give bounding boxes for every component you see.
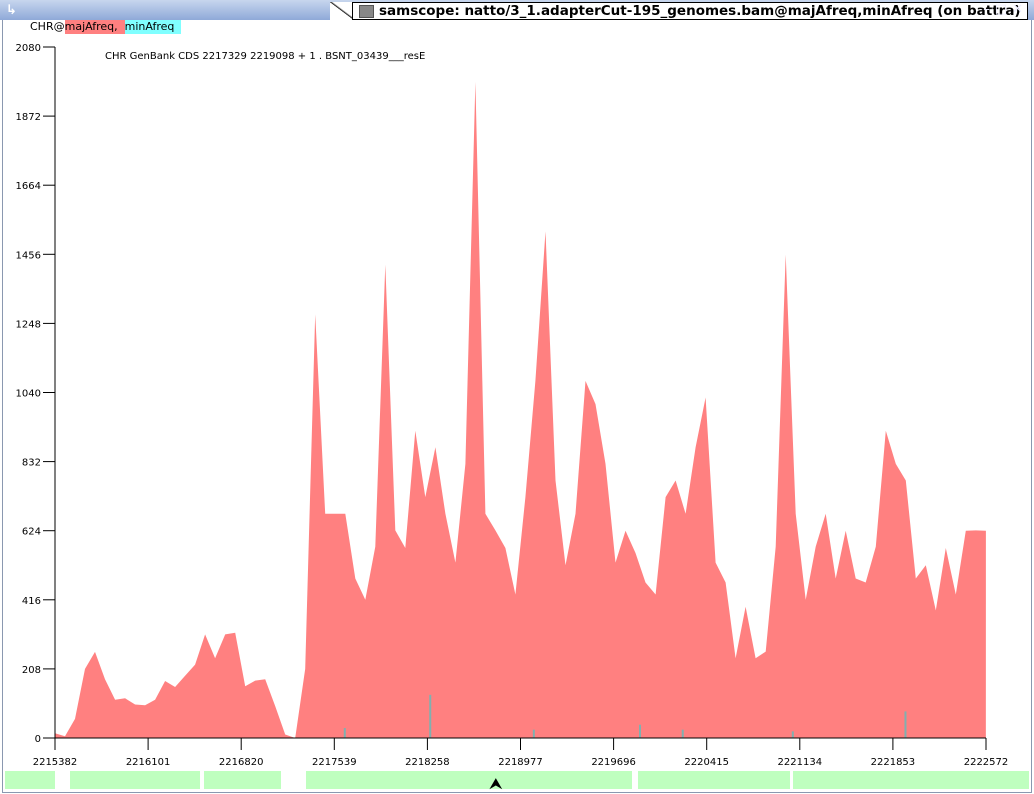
- x-tick-label: 2217539: [312, 757, 357, 768]
- y-tick-label: 624: [22, 527, 41, 538]
- feature-bar[interactable]: [306, 771, 632, 789]
- y-tick-label: 208: [22, 665, 41, 676]
- feature-bar[interactable]: [70, 771, 200, 789]
- feature-bar[interactable]: [5, 771, 55, 789]
- coverage-chart: 0 208 416 624 832 1040 1248 1456 1664 1872 2080 221…: [16, 43, 1009, 768]
- y-tick-label: 1872: [16, 112, 41, 123]
- y-tick-label: 416: [22, 596, 41, 607]
- x-tick-label: 2221853: [871, 757, 916, 768]
- feature-bar[interactable]: [793, 771, 1029, 789]
- y-tick-label: 1040: [16, 389, 41, 400]
- feature-bar[interactable]: [638, 771, 790, 789]
- x-tick-label: 2215382: [33, 757, 78, 768]
- x-tick-label: 2218258: [405, 757, 450, 768]
- y-tick-label: 1664: [16, 181, 41, 192]
- feature-bar[interactable]: [204, 771, 281, 789]
- y-tick-label: 1248: [16, 319, 41, 330]
- y-tick-label: 832: [22, 458, 41, 469]
- majafreq-area: [55, 81, 986, 738]
- x-tick-label: 2222572: [964, 757, 1009, 768]
- x-tick-label: 2216101: [126, 757, 171, 768]
- x-tick-label: 2221134: [778, 757, 823, 768]
- y-tick-label: 1456: [16, 250, 41, 261]
- y-tick-label: 0: [35, 734, 41, 745]
- x-tick-label: 2220415: [684, 757, 729, 768]
- y-tick-label: 2080: [16, 43, 41, 54]
- x-tick-label: 2219696: [591, 757, 636, 768]
- mouse-cursor-icon: ⮝: [489, 774, 503, 793]
- x-tick-label: 2218977: [498, 757, 543, 768]
- x-tick-label: 2216820: [219, 757, 264, 768]
